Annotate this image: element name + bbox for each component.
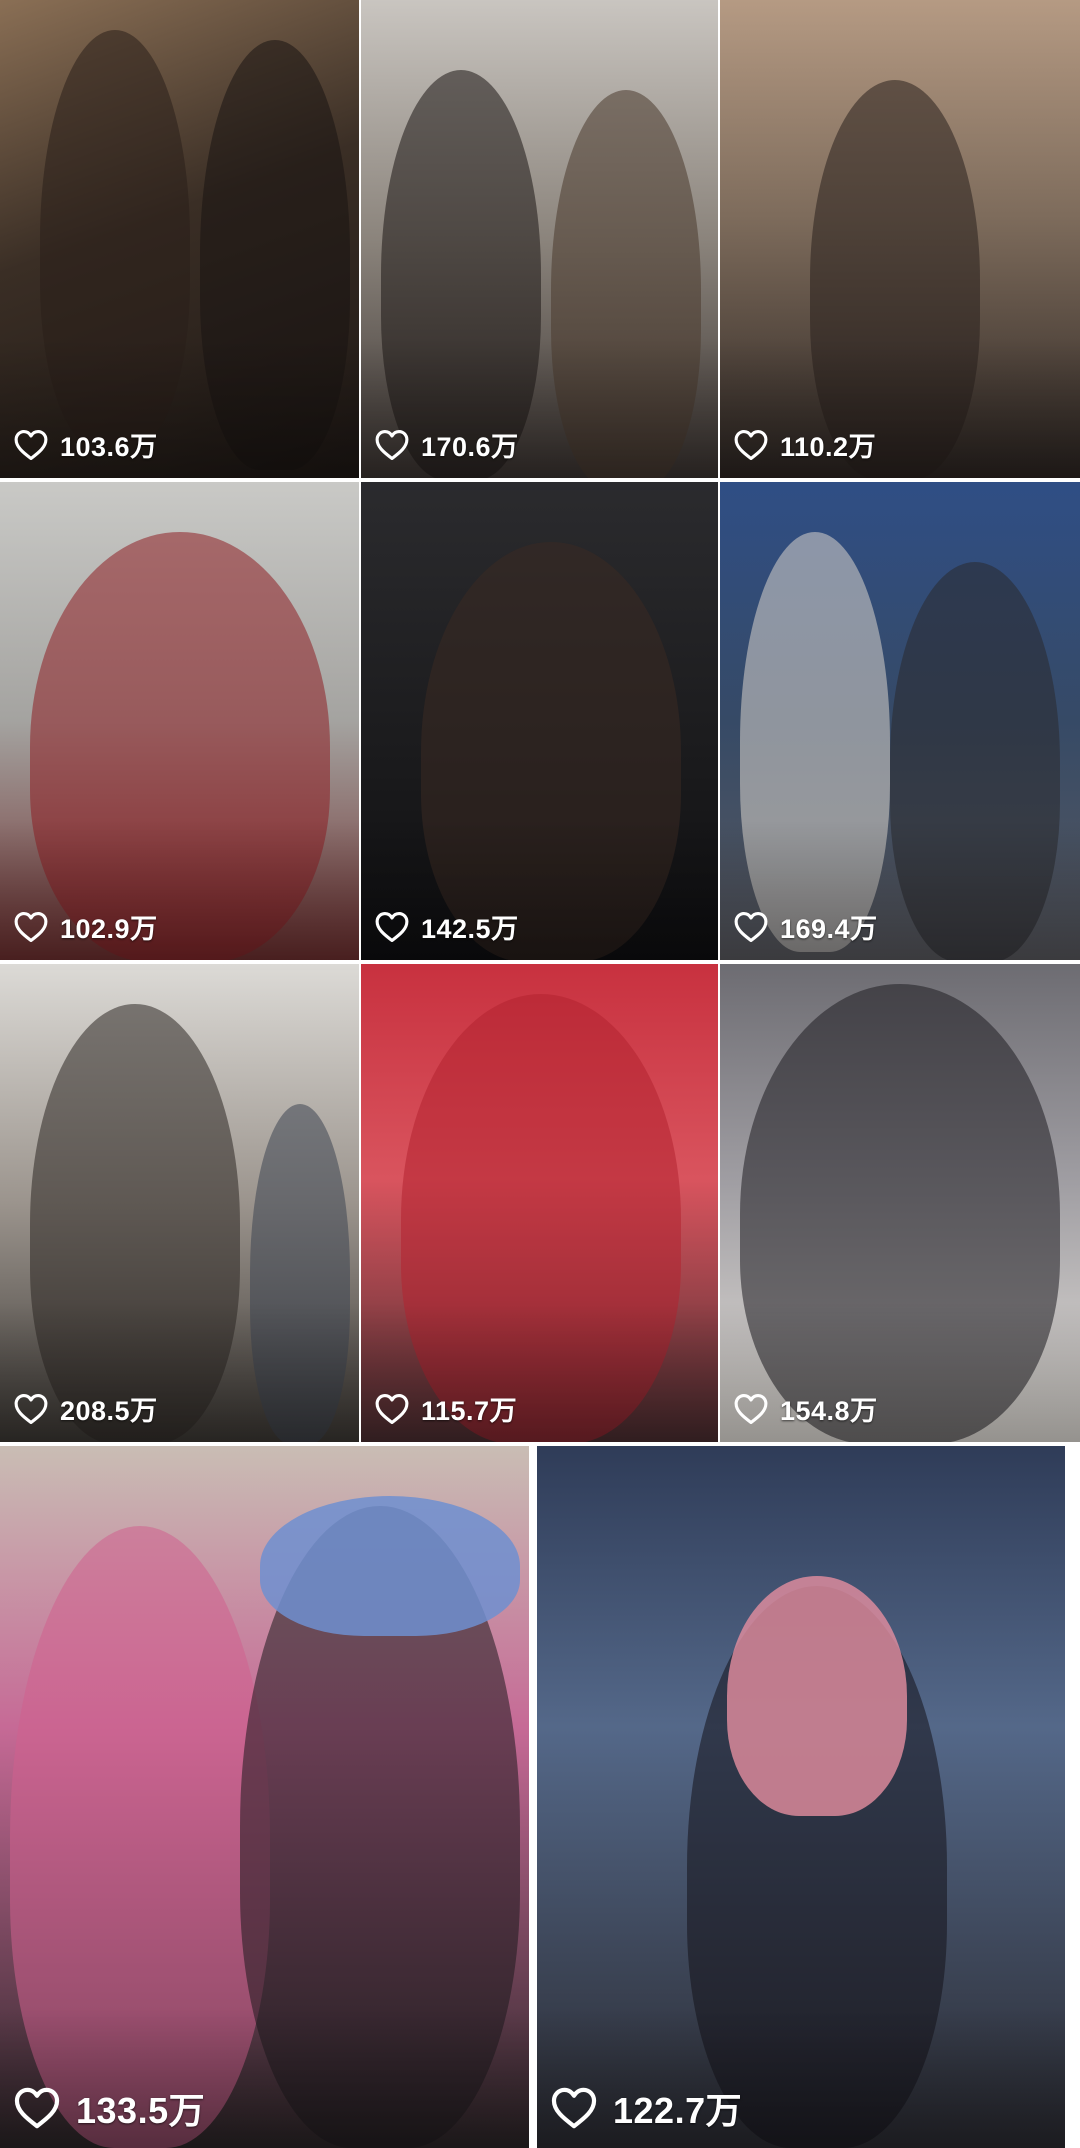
video-thumbnail[interactable]: 170.6万	[361, 0, 718, 478]
like-count[interactable]: 133.5万	[14, 2082, 205, 2134]
video-thumbnail[interactable]: 133.5万	[0, 1446, 529, 2148]
heart-outline-icon	[14, 911, 48, 943]
like-count-text: 208.5万	[60, 1396, 158, 1426]
video-thumbnail[interactable]: 115.7万	[361, 964, 718, 1442]
video-thumbnail[interactable]: 110.2万	[720, 0, 1080, 478]
like-count[interactable]: 154.8万	[734, 1389, 878, 1428]
video-thumbnail[interactable]: 103.6万	[0, 0, 359, 478]
like-count[interactable]: 110.2万	[734, 425, 876, 464]
heart-outline-icon	[375, 1393, 409, 1425]
heart-outline-icon	[551, 2087, 597, 2129]
like-count-text: 110.2万	[780, 432, 877, 462]
like-count[interactable]: 208.5万	[14, 1389, 158, 1428]
video-thumbnail[interactable]: 102.9万	[0, 482, 359, 960]
heart-outline-icon	[375, 429, 409, 461]
like-count-text: 169.4万	[780, 914, 878, 944]
like-count-text: 170.6万	[421, 432, 519, 462]
like-count[interactable]: 103.6万	[14, 425, 158, 464]
like-count-text: 133.5万	[76, 2090, 206, 2131]
video-thumbnail[interactable]: 142.5万	[361, 482, 718, 960]
video-thumbnail[interactable]: 122.7万	[537, 1446, 1065, 2148]
heart-outline-icon	[14, 429, 48, 461]
heart-outline-icon	[734, 429, 768, 461]
heart-outline-icon	[734, 1393, 768, 1425]
like-count[interactable]: 122.7万	[551, 2082, 742, 2134]
like-count-text: 115.7万	[421, 1396, 518, 1426]
like-count-text: 154.8万	[780, 1396, 878, 1426]
like-count-text: 103.6万	[60, 432, 158, 462]
like-count-text: 122.7万	[613, 2090, 743, 2131]
video-thumbnail[interactable]: 208.5万	[0, 964, 359, 1442]
like-count[interactable]: 169.4万	[734, 907, 878, 946]
like-count[interactable]: 102.9万	[14, 907, 158, 946]
heart-outline-icon	[14, 2087, 60, 2129]
heart-outline-icon	[734, 911, 768, 943]
like-count[interactable]: 142.5万	[375, 907, 519, 946]
like-count[interactable]: 170.6万	[375, 425, 519, 464]
video-thumbnail[interactable]: 154.8万	[720, 964, 1080, 1442]
heart-outline-icon	[14, 1393, 48, 1425]
video-thumbnail[interactable]: 169.4万	[720, 482, 1080, 960]
like-count[interactable]: 115.7万	[375, 1389, 517, 1428]
heart-outline-icon	[375, 911, 409, 943]
like-count-text: 142.5万	[421, 914, 519, 944]
like-count-text: 102.9万	[60, 914, 158, 944]
